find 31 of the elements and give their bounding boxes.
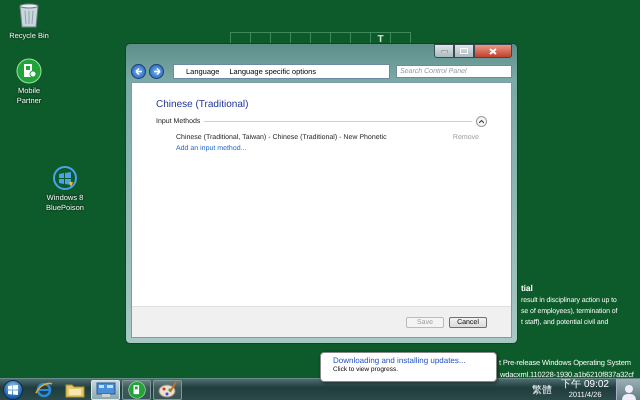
input-language-indicator[interactable]: 繁體 — [532, 382, 552, 396]
close-icon — [489, 48, 497, 54]
forward-button[interactable] — [149, 64, 164, 79]
maximize-icon — [460, 48, 468, 54]
windows-logo-icon[interactable] — [52, 165, 78, 191]
chevron-up-icon — [479, 120, 484, 123]
browser-icon — [34, 380, 52, 398]
taskbar-button[interactable] — [122, 380, 151, 400]
close-button[interactable] — [474, 44, 512, 58]
minimize-button[interactable] — [434, 44, 454, 58]
start-button[interactable] — [3, 380, 23, 400]
windows-logo-icon — [8, 384, 18, 394]
back-arrow-icon — [134, 68, 142, 75]
notification-balloon[interactable] — [320, 352, 497, 382]
recycle-bin-icon[interactable] — [17, 3, 41, 29]
clock-time[interactable]: 下午 09:02 — [561, 380, 609, 390]
language-heading: Chinese (Traditional) — [156, 99, 250, 110]
minimize-icon — [440, 50, 448, 52]
phone-app-icon[interactable] — [16, 58, 42, 84]
forward-arrow-icon — [152, 68, 160, 75]
maximize-button[interactable] — [454, 44, 474, 58]
notification-title: Downloading and installing updates... — [333, 356, 466, 365]
wallpaper-text: tial — [521, 283, 533, 294]
user-tile-button[interactable] — [616, 378, 640, 400]
control-panel-icon — [96, 382, 116, 398]
folder-icon — [64, 382, 84, 398]
taskbar-button[interactable] — [153, 380, 182, 400]
phone-app-icon — [128, 380, 146, 398]
paint-palette-icon — [158, 380, 178, 398]
collapse-button[interactable] — [476, 116, 487, 127]
back-button[interactable] — [131, 64, 146, 79]
